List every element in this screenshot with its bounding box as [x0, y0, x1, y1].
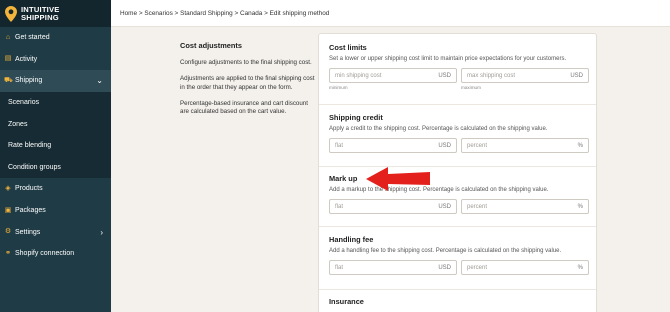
currency-unit: USD — [438, 142, 451, 149]
breadcrumb-canada[interactable]: Canada — [240, 10, 262, 17]
breadcrumb-standard-shipping[interactable]: Standard Shipping — [180, 10, 233, 17]
breadcrumb-scenarios[interactable]: Scenarios — [144, 10, 172, 17]
sidebar-item-packages[interactable]: ▣ Packages — [0, 200, 111, 222]
input-placeholder: min shipping cost — [335, 72, 382, 79]
currency-unit: USD — [570, 72, 583, 79]
currency-unit: USD — [438, 72, 451, 79]
sidebar-item-label: Packages — [15, 207, 46, 215]
handling-fee-flat-input[interactable]: flat USD — [329, 260, 457, 275]
sidebar-item-label: Settings — [15, 228, 41, 236]
percent-unit: % — [577, 264, 583, 271]
sidebar-item-label: Activity — [15, 55, 38, 63]
list-icon: ▤ — [4, 55, 12, 63]
input-placeholder: percent — [467, 203, 488, 210]
percent-unit: % — [577, 203, 583, 210]
tag-icon: ◈ — [5, 184, 11, 192]
sidebar-item-scenarios[interactable]: Scenarios — [0, 91, 111, 114]
info-paragraph: Percentage-based insurance and cart disc… — [180, 99, 308, 116]
sidebar-item-label: Scenarios — [8, 99, 40, 107]
info-title: Cost adjustments — [180, 41, 243, 50]
brand-logo[interactable]: INTUITIVE SHIPPING — [0, 0, 111, 27]
input-placeholder: flat — [335, 264, 344, 271]
sidebar-item-products[interactable]: ◈ Products — [0, 178, 111, 200]
chevron-right-icon: › — [100, 227, 103, 237]
sidebar-nav: ⌂ Get started ▤ Activity ⛟ Shipping ⌄ Sc… — [0, 27, 111, 265]
info-paragraph: Configure adjustments to the final shipp… — [180, 59, 312, 66]
cost-adjustments-card: Cost limits Set a lower or upper shippin… — [318, 33, 597, 312]
sidebar-item-shopify-connection[interactable]: ⚭ Shopify connection — [0, 243, 111, 265]
input-placeholder: percent — [467, 264, 488, 271]
input-placeholder: flat — [335, 142, 344, 149]
sidebar-item-activity[interactable]: ▤ Activity — [0, 49, 111, 71]
package-icon: ▣ — [4, 206, 12, 214]
sidebar-item-settings[interactable]: ⚙ Settings › — [0, 221, 111, 243]
sidebar-item-get-started[interactable]: ⌂ Get started — [0, 27, 111, 49]
home-icon: ⌂ — [5, 33, 11, 41]
brand-name: INTUITIVE SHIPPING — [21, 6, 60, 21]
shipping-credit-flat-input[interactable]: flat USD — [329, 138, 457, 153]
handling-fee-percent-input[interactable]: percent % — [461, 260, 589, 275]
sidebar-item-label: Shopify connection — [15, 250, 75, 258]
breadcrumb-current: Edit shipping method — [269, 9, 330, 17]
sidebar-item-label: Products — [15, 185, 43, 193]
truck-icon: ⛟ — [4, 76, 13, 84]
breadcrumb-separator: > — [137, 9, 145, 17]
handling-fee-section: Handling fee Add a handling fee to the s… — [319, 235, 596, 290]
brand-line-2: SHIPPING — [21, 12, 59, 22]
chevron-down-icon: ⌄ — [96, 76, 103, 86]
input-placeholder: flat — [335, 203, 344, 210]
shipping-credit-percent-input[interactable]: percent % — [461, 138, 589, 153]
input-placeholder: percent — [467, 142, 488, 149]
section-title: Cost limits — [329, 43, 367, 52]
link-icon: ⚭ — [5, 249, 11, 257]
gear-icon: ⚙ — [4, 228, 12, 236]
sidebar-item-shipping[interactable]: ⛟ Shipping ⌄ — [0, 70, 111, 92]
shipping-credit-section: Shipping credit Apply a credit to the sh… — [319, 113, 596, 167]
sidebar-item-rate-blending[interactable]: Rate blending — [0, 134, 111, 157]
sidebar-item-label: Rate blending — [8, 142, 52, 150]
sidebar-item-label: Zones — [8, 120, 28, 128]
currency-unit: USD — [438, 264, 451, 271]
section-description: Add a handling fee to the shipping cost.… — [329, 248, 562, 254]
location-pin-icon — [5, 5, 17, 22]
mark-up-flat-input[interactable]: flat USD — [329, 199, 457, 214]
cost-limits-section: Cost limits Set a lower or upper shippin… — [319, 43, 596, 105]
breadcrumb: Home > Scenarios > Standard Shipping > C… — [111, 0, 670, 27]
breadcrumb-separator: > — [172, 9, 181, 17]
sidebar-item-label: Condition groups — [8, 163, 61, 171]
sidebar-item-label: Shipping — [15, 77, 43, 85]
field-hint: maximum — [461, 85, 481, 90]
section-title: Handling fee — [329, 235, 374, 244]
percent-unit: % — [577, 142, 583, 149]
info-paragraph: Adjustments are applied to the final shi… — [180, 75, 315, 91]
breadcrumb-separator: > — [232, 9, 240, 17]
breadcrumb-home[interactable]: Home — [120, 10, 137, 17]
input-placeholder: max shipping cost — [467, 72, 516, 79]
section-title: Shipping credit — [329, 113, 383, 122]
section-title: Insurance — [329, 297, 364, 306]
sidebar-item-label: Get started — [15, 34, 50, 42]
breadcrumb-separator: > — [262, 9, 270, 17]
min-shipping-cost-input[interactable]: min shipping cost USD — [329, 68, 457, 83]
annotation-arrow-icon — [366, 167, 430, 191]
sidebar: INTUITIVE SHIPPING ⌂ Get started ▤ Activ… — [0, 0, 111, 312]
sidebar-item-zones[interactable]: Zones — [0, 113, 111, 135]
sidebar-item-condition-groups[interactable]: Condition groups — [0, 156, 111, 179]
mark-up-percent-input[interactable]: percent % — [461, 199, 589, 214]
section-description: Apply a credit to the shipping cost. Per… — [329, 126, 548, 132]
section-description: Set a lower or upper shipping cost limit… — [329, 56, 567, 62]
currency-unit: USD — [438, 203, 451, 210]
max-shipping-cost-input[interactable]: max shipping cost USD — [461, 68, 589, 83]
mark-up-section: Mark up Add a markup to the shipping cos… — [319, 174, 596, 227]
field-hint: minimum — [329, 85, 348, 90]
insurance-section: Insurance — [319, 297, 596, 312]
cost-adjustments-info: Cost adjustments Configure adjustments t… — [180, 41, 315, 124]
